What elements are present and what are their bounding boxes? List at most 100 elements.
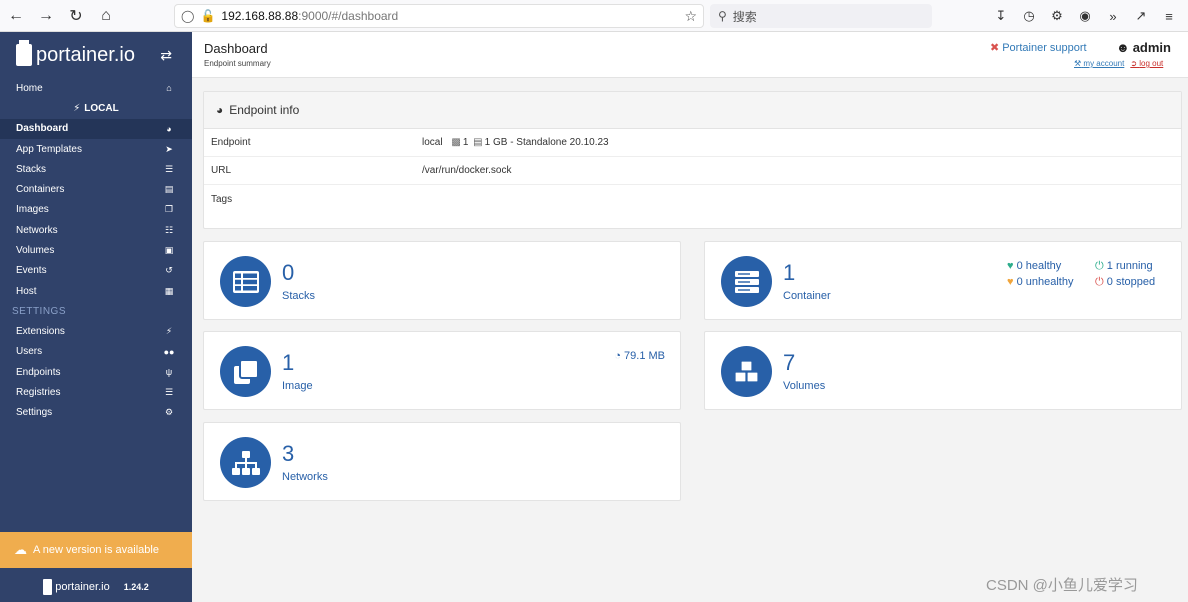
- sitemap-icon: [220, 437, 271, 488]
- insecure-lock-icon: 🔓: [200, 9, 216, 23]
- gear-icon[interactable]: ⚙: [1046, 4, 1068, 28]
- address-bar[interactable]: ◯ 🔓 192.168.88.88:9000/#/dashboard ☆: [174, 4, 704, 28]
- sidebar-item-extensions[interactable]: Extensions ⚡: [0, 321, 192, 341]
- server-icon: ▤: [164, 184, 174, 195]
- sidebar-item-label: Extensions: [16, 325, 65, 337]
- url-path: :9000/#/dashboard: [298, 9, 399, 23]
- container-status: ♥ 0 healthy ⏻ 1 running ♥ 0 unhealthy ⏻ …: [1007, 258, 1155, 290]
- home-browser-icon[interactable]: ⌂: [92, 2, 120, 30]
- sidebar-item-app-templates[interactable]: App Templates ➤: [0, 139, 192, 159]
- overflow-chevron-icon[interactable]: »: [1102, 4, 1124, 28]
- endpoint-info-panel: ◕ Endpoint info Endpoint local ▩ 1 ▤ 1 GB …: [203, 91, 1182, 229]
- sidebar-item-label: Containers: [16, 184, 65, 196]
- sidebar-item-registries[interactable]: Registries ☰: [0, 382, 192, 402]
- portainer-logo-icon: [16, 40, 32, 66]
- containers-label: Container: [783, 290, 831, 302]
- history-icon: ↺: [165, 265, 173, 276]
- user-icon: ☻: [1116, 40, 1130, 55]
- log-out-link[interactable]: ➲ log out: [1130, 59, 1163, 68]
- sidebar-item-label: Settings: [16, 407, 53, 419]
- back-icon[interactable]: ←: [2, 2, 30, 30]
- volumes-count: 7: [783, 350, 796, 375]
- share-icon[interactable]: ↗: [1130, 4, 1152, 28]
- sidebar-item-stacks[interactable]: Stacks ☰: [0, 159, 192, 179]
- stacks-widget[interactable]: 0 Stacks: [203, 241, 681, 320]
- list-icon: ☰: [164, 163, 174, 174]
- sidebar-item-containers[interactable]: Containers ▤: [0, 179, 192, 199]
- portainer-footer-logo-icon: [43, 579, 53, 595]
- memory-size: 1 GB: [484, 137, 508, 148]
- pie-chart-icon: ◔: [614, 350, 621, 362]
- unhealthy-status: ♥ 0 unhealthy: [1007, 276, 1074, 288]
- cogs-icon: ⚙: [164, 407, 174, 418]
- sidebar-item-label: Endpoints: [16, 366, 61, 378]
- endpoint-detail: - Standalone 20.10.23: [510, 137, 609, 148]
- table-row: Tags: [204, 185, 1181, 213]
- sidebar-item-endpoints[interactable]: Endpoints ψ: [0, 362, 192, 382]
- sidebar-item-label: App Templates: [16, 143, 82, 155]
- bolt-icon: ⚡: [165, 325, 173, 336]
- sidebar-logo-row: portainer.io ⇄: [0, 32, 192, 78]
- networks-widget[interactable]: 3 Networks: [203, 422, 681, 501]
- update-banner[interactable]: ☁ A new version is available: [0, 532, 192, 568]
- networks-label: Networks: [282, 471, 328, 483]
- endpoint-name: local: [422, 137, 443, 148]
- cubes-icon: [721, 346, 772, 397]
- networks-count: 3: [282, 441, 295, 466]
- cpu-count: 1: [462, 137, 469, 148]
- logo-text: portainer.io: [36, 43, 135, 66]
- forward-icon[interactable]: →: [32, 2, 60, 30]
- tachometer-icon: ◕: [216, 103, 224, 117]
- sidebar-item-networks[interactable]: Networks ☷: [0, 220, 192, 240]
- endpoint-info-header: ◕ Endpoint info: [204, 92, 1181, 129]
- containers-widget[interactable]: 1 Container ♥ 0 healthy ⏻ 1 running ♥ 0 …: [704, 241, 1182, 320]
- plug-icon: ⚡: [73, 102, 81, 114]
- images-widget[interactable]: 1 Image ◔ 79.1 MB: [203, 331, 681, 410]
- support-icon: ✖: [990, 42, 1000, 54]
- reload-icon[interactable]: ↻: [62, 2, 90, 30]
- history-browser-icon[interactable]: ◷: [1018, 4, 1040, 28]
- home-icon: ⌂: [166, 83, 172, 94]
- extension-icon[interactable]: ◉: [1074, 4, 1096, 28]
- menu-icon[interactable]: ≡: [1158, 4, 1180, 28]
- browser-search-input[interactable]: ⚲ 搜索: [710, 4, 932, 28]
- footer-logo-text: portainer.io: [55, 581, 110, 593]
- healthy-status: ♥ 0 healthy: [1007, 260, 1062, 272]
- toggle-sidebar-icon[interactable]: ⇄: [160, 47, 172, 64]
- clone-icon: ❐: [164, 204, 174, 215]
- users-icon: ●●: [163, 346, 175, 357]
- sidebar-item-label: Host: [16, 285, 37, 297]
- cloud-download-icon: ☁: [14, 542, 27, 557]
- version-label: 1.24.2: [123, 582, 149, 592]
- sidebar-item-dashboard[interactable]: Dashboard ◕: [0, 118, 192, 139]
- sidebar-item-events[interactable]: Events ↺: [0, 261, 192, 281]
- page-subtitle: Endpoint summary: [204, 59, 271, 68]
- sidebar-item-users[interactable]: Users ●●: [0, 342, 192, 362]
- clone-icon: [220, 346, 271, 397]
- sidebar-item-home[interactable]: Home ⌂: [0, 78, 192, 98]
- images-size: ◔ 79.1 MB: [614, 350, 665, 362]
- download-icon[interactable]: ↧: [990, 4, 1012, 28]
- images-label: Image: [282, 380, 313, 392]
- row-value: local ▩ 1 ▤ 1 GB - Standalone 20.10.23: [422, 137, 609, 148]
- sidebar-item-label: Events: [16, 265, 47, 277]
- page-header: Dashboard Endpoint summary ✖ Portainer su…: [192, 32, 1188, 78]
- running-status: ⏻ 1 running: [1095, 260, 1153, 272]
- wrench-icon: ⚒: [1074, 59, 1082, 68]
- volumes-label: Volumes: [783, 380, 826, 392]
- sidebar-item-settings[interactable]: Settings ⚙: [0, 402, 192, 422]
- sidebar-item-label: Dashboard: [16, 123, 69, 135]
- row-key: Tags: [211, 193, 233, 205]
- search-icon: ⚲: [718, 9, 727, 23]
- containers-count: 1: [783, 260, 796, 285]
- th-icon: ▦: [164, 285, 174, 296]
- my-account-link[interactable]: ⚒ my account: [1074, 59, 1124, 68]
- heartbeat-icon: ♥: [1007, 260, 1014, 272]
- volumes-widget[interactable]: 7 Volumes: [704, 331, 1182, 410]
- bookmark-star-icon[interactable]: ☆: [684, 8, 697, 25]
- sidebar-item-host[interactable]: Host ▦: [0, 281, 192, 301]
- sidebar-item-volumes[interactable]: Volumes ▣: [0, 240, 192, 260]
- sidebar-item-images[interactable]: Images ❐: [0, 200, 192, 220]
- stacks-label: Stacks: [282, 290, 316, 302]
- support-link[interactable]: ✖ Portainer support: [990, 41, 1087, 54]
